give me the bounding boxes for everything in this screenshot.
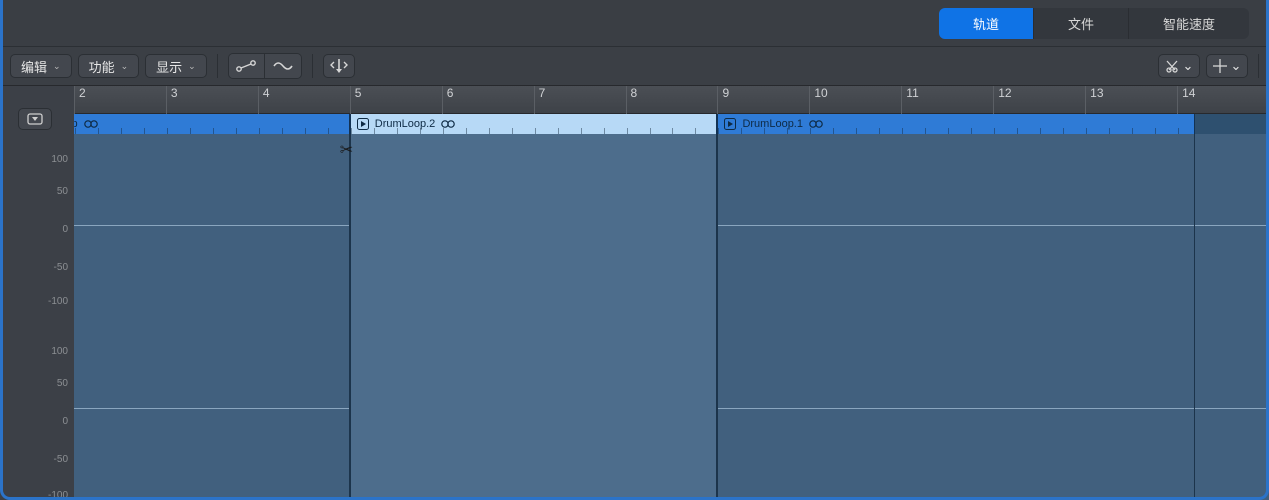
- edit-menu-label: 编辑: [21, 57, 47, 76]
- ruler-tick: 11: [901, 86, 918, 114]
- top-tab-bar: 轨道 文件 智能速度: [0, 0, 1269, 46]
- ruler-tick: 8: [626, 86, 638, 114]
- play-icon: [724, 118, 736, 130]
- flex-toggle[interactable]: [265, 54, 301, 78]
- amplitude-tick: -100: [0, 296, 74, 307]
- amplitude-tick: 100: [0, 154, 74, 165]
- loop-icon: [84, 119, 98, 129]
- ruler-tick: 7: [534, 86, 546, 114]
- crosshair-icon: [1213, 59, 1227, 73]
- amplitude-tick: -50: [0, 454, 74, 465]
- collapse-icon: [27, 113, 43, 125]
- region-name: DrumLoop.1: [742, 118, 803, 130]
- amplitude-tick: 100: [0, 346, 74, 357]
- amplitude-tick: 0: [0, 416, 74, 427]
- chevron-down-icon: ⌄: [53, 61, 61, 72]
- region-body[interactable]: [717, 134, 1195, 500]
- left-click-tool-menu[interactable]: ⌄: [1158, 54, 1200, 78]
- view-menu-label: 显示: [156, 57, 182, 76]
- separator: [1258, 54, 1259, 78]
- ruler-tick: 13: [1085, 86, 1103, 114]
- view-menu[interactable]: 显示 ⌄: [145, 54, 207, 78]
- tab-track[interactable]: 轨道: [939, 8, 1034, 39]
- cmd-click-tool-menu[interactable]: ⌄: [1206, 54, 1248, 78]
- function-menu[interactable]: 功能 ⌄: [78, 54, 140, 78]
- editor-toolbar: 编辑 ⌄ 功能 ⌄ 显示 ⌄: [0, 46, 1269, 86]
- playhead-catch-icon: [330, 58, 348, 74]
- amplitude-ruler: 100 50 0 -50 -100 100 50 0 -50 -100: [0, 86, 74, 500]
- ruler-tick: 5: [350, 86, 362, 114]
- ruler-tick: 2: [74, 86, 86, 114]
- ruler-tick: 6: [442, 86, 454, 114]
- region-name: DrumLoop.2: [375, 118, 436, 130]
- play-icon: [357, 118, 369, 130]
- ruler-tick: 14: [1177, 86, 1195, 114]
- waveform-area[interactable]: ✂: [74, 134, 1269, 500]
- chevron-down-icon: ⌄: [1231, 58, 1242, 74]
- ruler-tick: 4: [258, 86, 270, 114]
- collapse-button[interactable]: [18, 108, 52, 130]
- tab-file[interactable]: 文件: [1034, 8, 1129, 39]
- automation-toggle[interactable]: [229, 54, 265, 78]
- edit-menu[interactable]: 编辑 ⌄: [10, 54, 72, 78]
- separator: [217, 54, 218, 78]
- region-header[interactable]: DrumLoop.2: [350, 114, 718, 134]
- automation-flex-toggle: [228, 53, 302, 79]
- ruler-tick: 10: [809, 86, 827, 114]
- catch-playhead-button[interactable]: [323, 54, 355, 78]
- amplitude-tick: 50: [0, 378, 74, 389]
- chevron-down-icon: ⌄: [121, 61, 129, 72]
- scissors-icon: [1165, 59, 1179, 73]
- amplitude-tick: 0: [0, 224, 74, 235]
- ruler-tick: 9: [717, 86, 729, 114]
- region-body[interactable]: [74, 134, 350, 500]
- ruler-tick: 3: [166, 86, 178, 114]
- region-header[interactable]: p: [74, 114, 350, 134]
- flex-icon: [272, 59, 294, 73]
- chevron-down-icon: ⌄: [188, 61, 196, 72]
- automation-icon: [235, 59, 257, 73]
- amplitude-tick: 50: [0, 186, 74, 197]
- region-header-bar: p DrumLoop.2 DrumLoop.1: [74, 114, 1269, 134]
- audio-editor-main: 100 50 0 -50 -100 100 50 0 -50 -100 2 3 4 5 6 7 8 9 10 11 1…: [0, 86, 1269, 500]
- separator: [312, 54, 313, 78]
- amplitude-tick: -100: [0, 490, 74, 500]
- chevron-down-icon: ⌄: [1183, 58, 1194, 74]
- time-ruler[interactable]: 2 3 4 5 6 7 8 9 10 11 12 13 14: [74, 86, 1269, 114]
- function-menu-label: 功能: [89, 57, 115, 76]
- region-body[interactable]: [350, 134, 718, 500]
- amplitude-tick: -50: [0, 262, 74, 273]
- tab-smart-tempo[interactable]: 智能速度: [1129, 8, 1249, 39]
- region-header[interactable]: DrumLoop.1: [717, 114, 1195, 134]
- ruler-tick: 12: [993, 86, 1011, 114]
